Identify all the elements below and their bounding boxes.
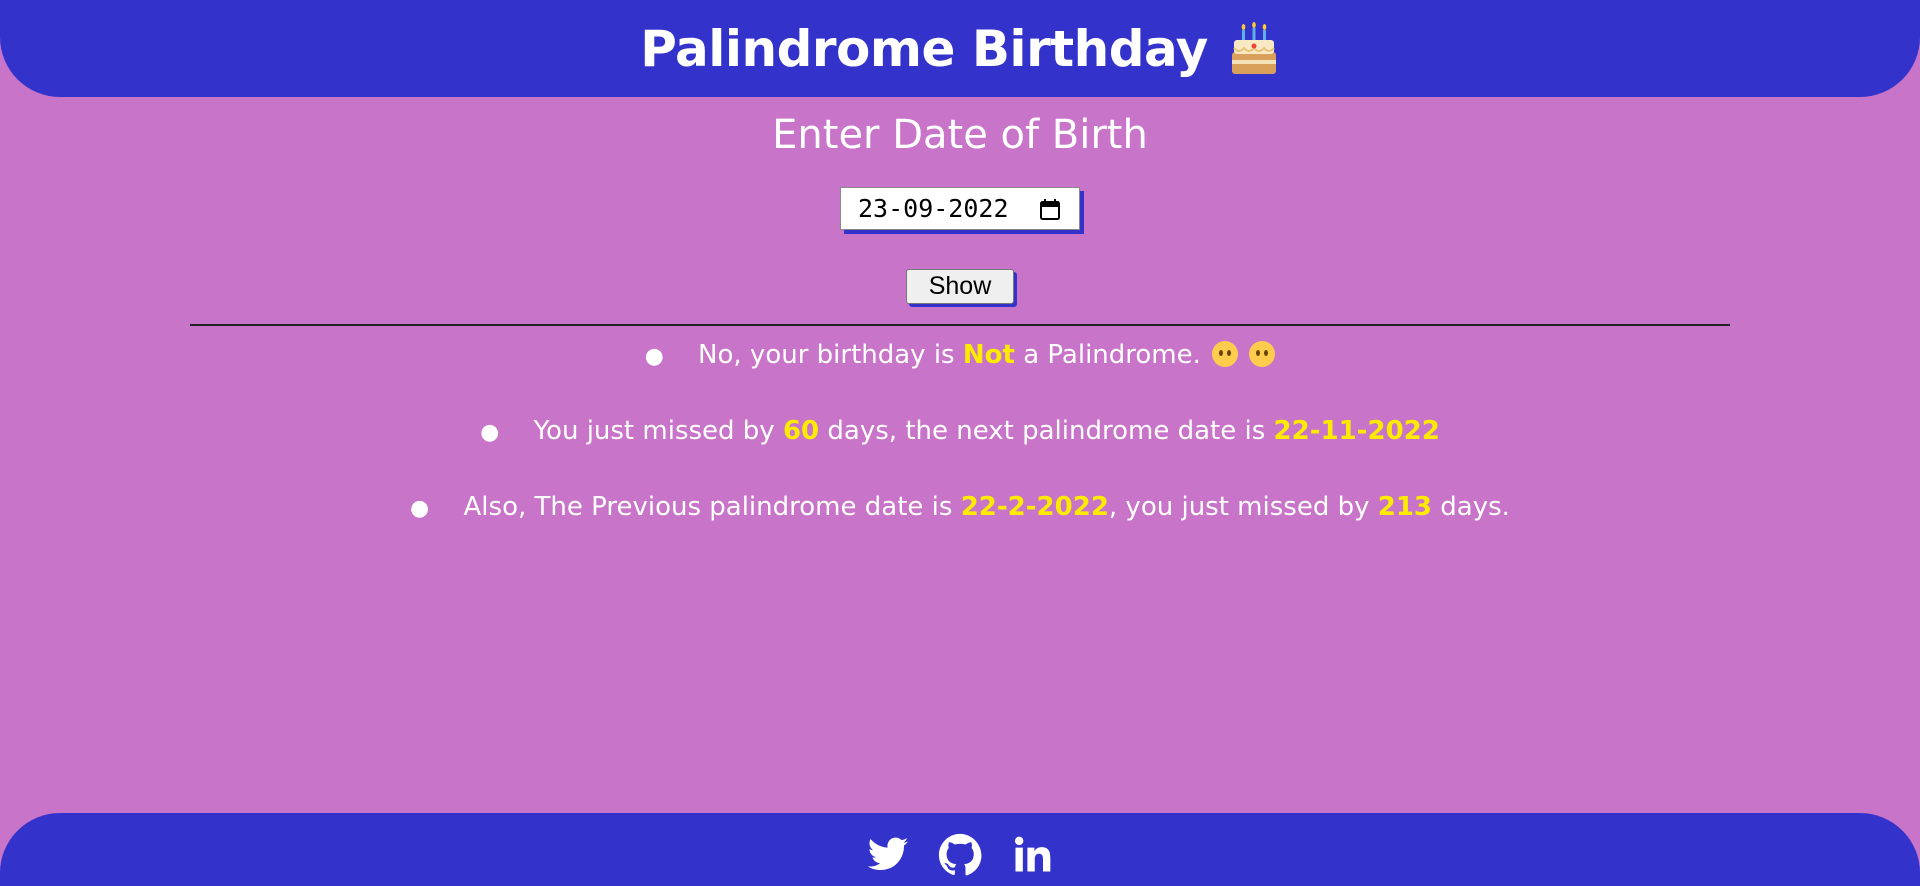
birthday-cake-icon bbox=[1228, 21, 1280, 76]
page-title-text: Palindrome Birthday bbox=[640, 19, 1208, 78]
bullet: ● bbox=[644, 344, 664, 369]
date-of-birth-label: Enter Date of Birth bbox=[772, 112, 1148, 158]
divider bbox=[190, 324, 1730, 326]
missed-days-previous: 213 bbox=[1377, 492, 1433, 522]
results-list: ● No, your birthday is Not a Palindrome.… bbox=[0, 337, 1920, 565]
app-header: Palindrome Birthday bbox=[0, 0, 1920, 97]
bullet: ● bbox=[410, 496, 430, 521]
previous-palindrome-date: 22-2-2022 bbox=[960, 492, 1109, 522]
app-footer bbox=[0, 813, 1920, 886]
list-item: ● Also, The Previous palindrome date is … bbox=[0, 489, 1920, 565]
linkedin-icon[interactable] bbox=[1010, 833, 1054, 877]
twitter-icon[interactable] bbox=[866, 833, 910, 877]
next-palindrome-date: 22-11-2022 bbox=[1273, 416, 1440, 446]
bullet: ● bbox=[480, 420, 500, 445]
date-value: 23-09-2022 bbox=[858, 194, 1009, 223]
github-icon[interactable] bbox=[938, 833, 982, 877]
missed-days-next: 60 bbox=[782, 416, 820, 446]
frowning-face-icon bbox=[1249, 341, 1276, 367]
list-item: ● You just missed by 60 days, the next p… bbox=[0, 413, 1920, 489]
page-title: Palindrome Birthday bbox=[640, 20, 1280, 78]
list-item: ● No, your birthday is Not a Palindrome. bbox=[0, 337, 1920, 413]
not-highlight: Not bbox=[962, 340, 1015, 370]
pleading-face-icon bbox=[1212, 341, 1239, 367]
show-button[interactable]: Show bbox=[906, 269, 1014, 304]
date-of-birth-input[interactable]: 23-09-2022 bbox=[840, 187, 1080, 230]
calendar-icon[interactable] bbox=[1039, 198, 1061, 220]
